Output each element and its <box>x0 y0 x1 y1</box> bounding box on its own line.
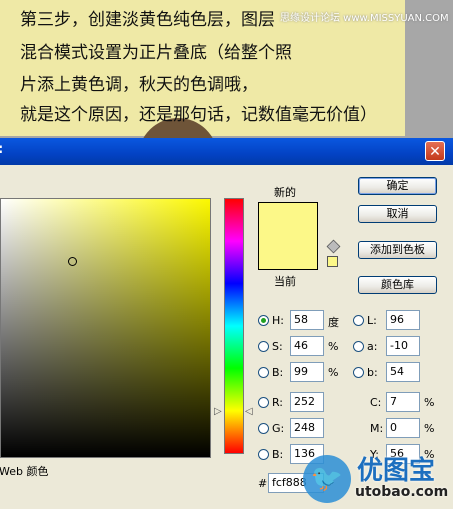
out-of-gamut-cube-icon[interactable] <box>326 239 341 254</box>
tutorial-line-3: 片添上黄色调，秋天的色调哦， <box>20 75 258 95</box>
b-label: B: <box>272 366 284 379</box>
new-color-label: 新的 <box>274 186 296 199</box>
b-input[interactable]: 99 <box>290 362 324 382</box>
l-input[interactable]: 96 <box>386 310 420 330</box>
site-watermark-url: utobao.com <box>355 484 449 500</box>
l-radio[interactable] <box>353 315 364 326</box>
a-label: a: <box>367 340 378 353</box>
h-label: H: <box>272 314 284 327</box>
tutorial-line-1: 第三步，创建淡黄色纯色层，图层 <box>20 10 275 30</box>
s-unit: % <box>328 340 339 353</box>
c-unit: % <box>424 396 435 409</box>
lab-b-radio[interactable] <box>353 367 364 378</box>
h-radio[interactable] <box>258 315 269 326</box>
bird-logo-icon: 🐦 <box>303 455 351 503</box>
s-label: S: <box>272 340 283 353</box>
hue-slider-right-arrow-icon[interactable]: ◁ <box>245 406 253 417</box>
dialog-titlebar[interactable]: : ✕ <box>0 138 453 165</box>
hue-slider[interactable] <box>224 198 244 454</box>
a-input[interactable]: -10 <box>386 336 420 356</box>
m-input[interactable]: 0 <box>386 418 420 438</box>
b-radio[interactable] <box>258 367 269 378</box>
c-input[interactable]: 7 <box>386 392 420 412</box>
c-label: C: <box>370 396 382 409</box>
current-color-label: 当前 <box>274 275 296 288</box>
tutorial-line-2: 混合模式设置为正片叠底（给整个照 <box>20 43 292 63</box>
g-label: G: <box>272 422 285 435</box>
s-radio[interactable] <box>258 341 269 352</box>
rgb-b-radio[interactable] <box>258 449 269 460</box>
cancel-button[interactable]: 取消 <box>358 205 437 223</box>
r-radio[interactable] <box>258 397 269 408</box>
a-radio[interactable] <box>353 341 364 352</box>
tutorial-line-4: 就是这个原因，还是那句话，记数值毫无价值） <box>20 105 377 125</box>
rgb-b-label: B: <box>272 448 284 461</box>
b-unit: % <box>328 366 339 379</box>
g-radio[interactable] <box>258 423 269 434</box>
s-input[interactable]: 46 <box>290 336 324 356</box>
m-label: M: <box>370 422 384 435</box>
current-color-swatch[interactable] <box>258 236 318 270</box>
hue-slider-left-arrow-icon[interactable]: ▷ <box>214 406 222 417</box>
color-field[interactable] <box>0 198 211 458</box>
lab-b-label: b: <box>367 366 378 379</box>
r-input[interactable]: 252 <box>290 392 324 412</box>
lab-b-input[interactable]: 54 <box>386 362 420 382</box>
ok-button[interactable]: 确定 <box>358 177 437 195</box>
dialog-title: : <box>0 142 3 157</box>
g-input[interactable]: 248 <box>290 418 324 438</box>
h-input[interactable]: 58 <box>290 310 324 330</box>
r-label: R: <box>272 396 284 409</box>
web-colors-label[interactable]: Web 颜色 <box>0 463 48 479</box>
l-label: L: <box>367 314 377 327</box>
close-button[interactable]: ✕ <box>425 141 445 161</box>
forum-watermark: 思缘设计论坛 www.MISSYUAN.COM <box>280 13 449 24</box>
hex-prefix: # <box>258 477 268 490</box>
new-color-swatch <box>258 202 318 236</box>
web-safe-swatch[interactable] <box>327 256 338 267</box>
color-libraries-button[interactable]: 颜色库 <box>358 276 437 294</box>
add-to-swatches-button[interactable]: 添加到色板 <box>358 241 437 259</box>
site-watermark-name: 优图宝 <box>357 456 436 486</box>
m-unit: % <box>424 422 435 435</box>
h-unit: 度 <box>328 316 339 329</box>
color-field-marker[interactable] <box>68 257 77 266</box>
